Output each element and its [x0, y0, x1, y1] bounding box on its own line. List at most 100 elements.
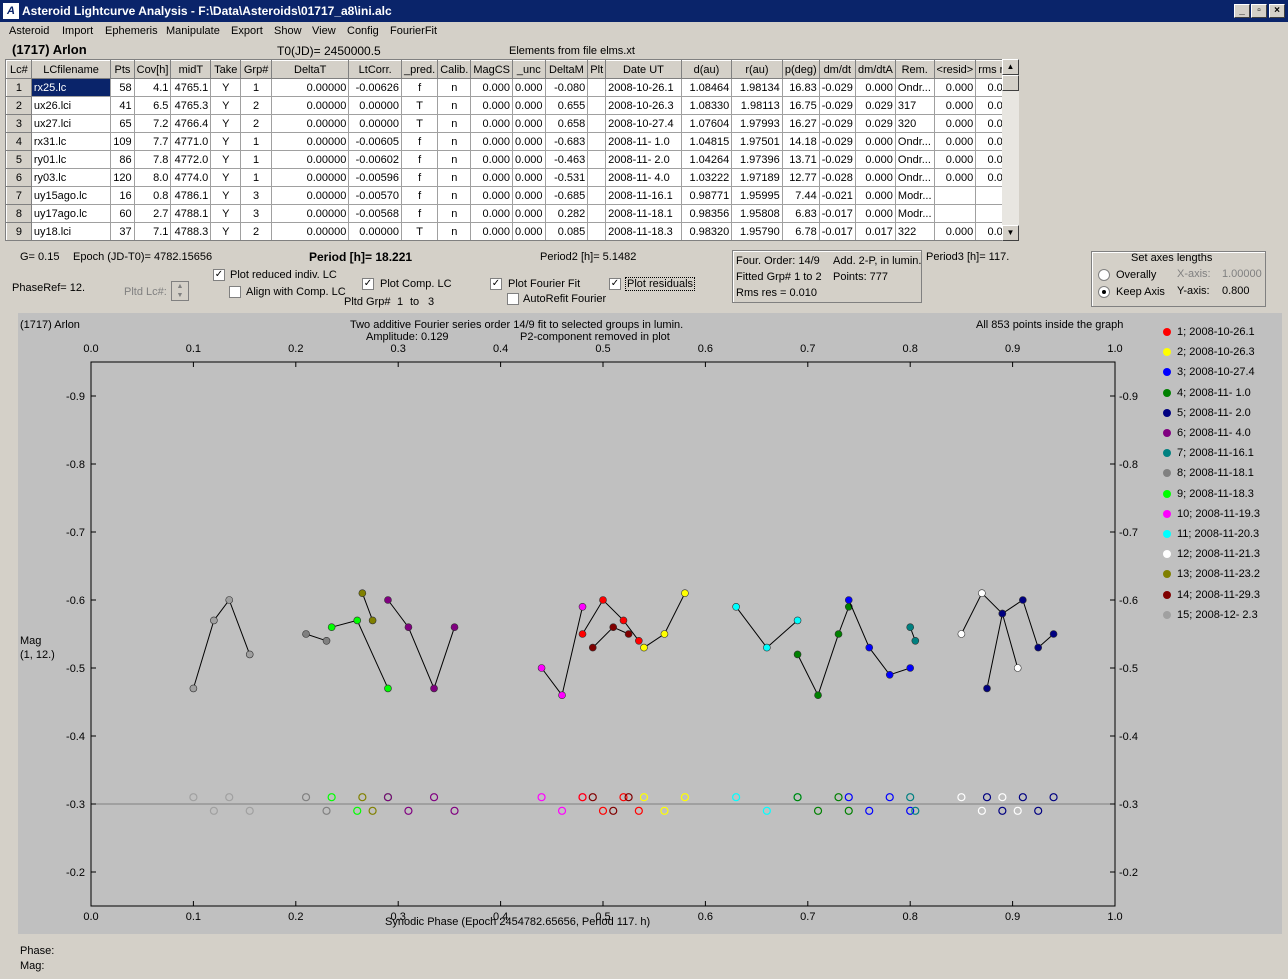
- table-cell[interactable]: 0.000: [512, 96, 546, 115]
- table-cell[interactable]: 4786.1: [170, 186, 212, 205]
- table-cell[interactable]: 8.0: [133, 168, 172, 187]
- table-cell[interactable]: 0.000: [512, 78, 546, 97]
- table-cell[interactable]: 4.1: [133, 78, 172, 97]
- table-cell[interactable]: 2008-11-18.1: [605, 204, 682, 223]
- table-cell[interactable]: 0.000: [854, 168, 896, 187]
- table-cell[interactable]: 0.000: [512, 132, 546, 151]
- table-cell[interactable]: [587, 78, 607, 97]
- row-number[interactable]: 9: [6, 222, 32, 240]
- table-cell[interactable]: 6.5: [133, 96, 172, 115]
- table-cell[interactable]: 0.282: [544, 204, 589, 223]
- table-cell[interactable]: uy18.lci: [30, 222, 112, 240]
- column-header[interactable]: _unc: [512, 60, 546, 79]
- table-cell[interactable]: Y: [210, 204, 242, 223]
- table-cell[interactable]: n: [437, 114, 472, 133]
- table-cell[interactable]: 1.03222: [680, 168, 733, 187]
- table-row[interactable]: 7 uy15ago.lc 16 0.8 4786.1 Y 3 0.00000 -0.00570 f…: [6, 186, 1018, 205]
- table-cell[interactable]: 0.00000: [271, 168, 350, 187]
- table-cell[interactable]: 7.44: [781, 186, 820, 205]
- table-cell[interactable]: [587, 204, 607, 223]
- table-cell[interactable]: 0.00000: [348, 96, 402, 115]
- autorefit-checkbox[interactable]: [507, 293, 519, 305]
- table-cell[interactable]: 4765.1: [170, 78, 212, 97]
- column-header[interactable]: Plt: [587, 60, 607, 79]
- menu-config[interactable]: Config: [347, 25, 379, 37]
- table-cell[interactable]: 1.97189: [731, 168, 783, 187]
- plot-reduced-checkbox[interactable]: ✓: [213, 269, 225, 281]
- table-cell[interactable]: 317: [894, 96, 935, 115]
- table-cell[interactable]: -0.463: [544, 150, 589, 169]
- table-cell[interactable]: -0.00626: [348, 78, 402, 97]
- table-cell[interactable]: Y: [210, 78, 242, 97]
- table-cell[interactable]: 0.000: [512, 204, 546, 223]
- table-cell[interactable]: -0.021: [818, 186, 856, 205]
- table-cell[interactable]: 65: [110, 114, 135, 133]
- table-row[interactable]: 3 ux27.lci 65 7.2 4766.4 Y 2 0.00000 0.00000 Tn 0.…: [6, 114, 1018, 133]
- minimize-button[interactable]: _: [1234, 4, 1250, 18]
- keep-axis-radio[interactable]: [1098, 286, 1110, 298]
- table-cell[interactable]: 0.000: [854, 204, 896, 223]
- table-cell[interactable]: 2008-11- 2.0: [605, 150, 682, 169]
- table-cell[interactable]: T: [400, 96, 439, 115]
- table-cell[interactable]: 4774.0: [170, 168, 212, 187]
- table-cell[interactable]: 37: [110, 222, 135, 240]
- table-cell[interactable]: 4766.4: [170, 114, 212, 133]
- column-header[interactable]: dm/dt: [818, 60, 856, 79]
- table-cell[interactable]: 0.000: [512, 150, 546, 169]
- table-cell[interactable]: 0.000: [512, 186, 546, 205]
- table-cell[interactable]: 1.95790: [731, 222, 783, 240]
- row-number[interactable]: 5: [6, 150, 32, 169]
- table-cell[interactable]: 0.000: [933, 114, 977, 133]
- table-cell[interactable]: 2008-11- 4.0: [605, 168, 682, 187]
- menu-asteroid[interactable]: Asteroid: [9, 25, 49, 37]
- table-cell[interactable]: 320: [894, 114, 935, 133]
- table-cell[interactable]: 2: [240, 114, 273, 133]
- lightcurve-table[interactable]: Lc# LCfilename Pts Cov[h] midT Take Grp# DeltaT…: [5, 59, 1019, 241]
- menu-ephemeris[interactable]: Ephemeris: [105, 25, 158, 37]
- align-comp-checkbox[interactable]: [229, 286, 241, 298]
- table-cell[interactable]: 0.00000: [348, 222, 402, 240]
- table-cell[interactable]: 2008-11-18.3: [605, 222, 682, 240]
- table-cell[interactable]: 2008-10-27.4: [605, 114, 682, 133]
- table-cell[interactable]: uy17ago.lc: [30, 204, 112, 223]
- column-header[interactable]: Date UT: [605, 60, 682, 79]
- column-header[interactable]: p(deg): [781, 60, 820, 79]
- table-cell[interactable]: Y: [210, 186, 242, 205]
- table-cell[interactable]: Y: [210, 222, 242, 240]
- table-cell[interactable]: 120: [110, 168, 135, 187]
- table-cell[interactable]: 0.017: [854, 222, 896, 240]
- table-cell[interactable]: 1.97396: [731, 150, 783, 169]
- table-row[interactable]: 2 ux26.lci 41 6.5 4765.3 Y 2 0.00000 0.00000 Tn 0.…: [6, 96, 1018, 115]
- table-cell[interactable]: 0.000: [470, 150, 514, 169]
- table-cell[interactable]: 0.00000: [348, 114, 402, 133]
- column-header[interactable]: r(au): [731, 60, 783, 79]
- table-cell[interactable]: 0.000: [933, 78, 977, 97]
- table-cell[interactable]: 6.83: [781, 204, 820, 223]
- table-cell[interactable]: n: [437, 222, 472, 240]
- table-cell[interactable]: [587, 132, 607, 151]
- table-cell[interactable]: 0.00000: [271, 114, 350, 133]
- table-cell[interactable]: -0.685: [544, 186, 589, 205]
- table-row[interactable]: 5 ry01.lc 86 7.8 4772.0 Y 1 0.00000 -0.00602 f n 0.…: [6, 150, 1018, 169]
- y-axis-value[interactable]: 0.800: [1222, 285, 1250, 297]
- maximize-button[interactable]: ▫: [1251, 4, 1267, 18]
- column-header[interactable]: Calib.: [437, 60, 472, 79]
- table-cell[interactable]: 3: [240, 186, 273, 205]
- table-cell[interactable]: 13.71: [781, 150, 820, 169]
- table-cell[interactable]: 2: [240, 222, 273, 240]
- scroll-up-icon[interactable]: ▲: [1002, 59, 1019, 75]
- table-cell[interactable]: 0.000: [470, 222, 514, 240]
- table-cell[interactable]: 7.8: [133, 150, 172, 169]
- table-row[interactable]: 4 rx31.lc 109 7.7 4771.0 Y 1 0.00000 -0.00605 f n 0…: [6, 132, 1018, 151]
- table-cell[interactable]: 0.000: [933, 150, 977, 169]
- table-cell[interactable]: 109: [110, 132, 135, 151]
- table-cell[interactable]: 1.04264: [680, 150, 733, 169]
- table-cell[interactable]: 2008-10-26.1: [605, 78, 682, 97]
- table-cell[interactable]: 0.00000: [271, 150, 350, 169]
- table-cell[interactable]: Ondr...: [894, 78, 935, 97]
- column-header[interactable]: Rem.: [894, 60, 935, 79]
- table-cell[interactable]: 0.000: [470, 186, 514, 205]
- table-cell[interactable]: -0.029: [818, 150, 856, 169]
- column-header[interactable]: <resid>: [933, 60, 977, 79]
- table-cell[interactable]: 1.97501: [731, 132, 783, 151]
